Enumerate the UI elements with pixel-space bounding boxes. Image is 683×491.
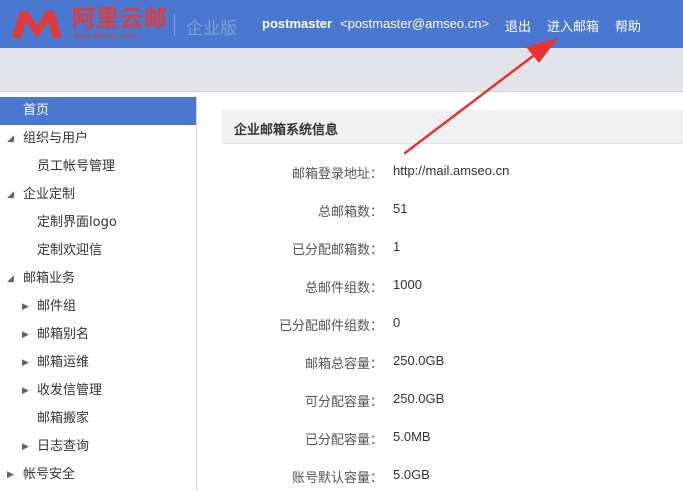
sidebar-item-welcome-letter[interactable]: 定制欢迎信 <box>0 237 196 265</box>
info-value: 250.0GB <box>393 391 445 406</box>
sidebar-item-label: 定制欢迎信 <box>37 243 103 258</box>
toolbar-strip <box>0 48 683 92</box>
info-key: 总邮件组数： <box>304 281 383 296</box>
info-value: 51 <box>393 201 408 216</box>
sidebar-item-label: 首页 <box>23 103 50 118</box>
info-row-assigned-groups: 已分配邮件组数： 0 <box>198 315 683 335</box>
info-value: 0 <box>393 315 401 330</box>
header-divider <box>174 14 175 36</box>
info-key: 已分配邮件组数： <box>278 319 383 334</box>
sidebar-item-label: 邮箱运维 <box>37 355 90 370</box>
logo-m-icon <box>12 11 62 38</box>
info-value: 250.0GB <box>393 353 445 368</box>
sidebar-item-label: 邮箱业务 <box>23 271 76 286</box>
info-row-total-capacity: 邮箱总容量： 250.0GB <box>198 353 683 373</box>
sidebar-item-label: 帐号安全 <box>23 467 76 482</box>
logo-subtext: qiye.aliyun.com <box>74 31 137 40</box>
sidebar-item-label: 邮箱搬家 <box>37 411 90 426</box>
help-link[interactable]: 帮助 <box>615 16 641 35</box>
info-value: http://mail.amseo.cn <box>393 163 510 178</box>
sidebar-item-org-users[interactable]: ◢ 组织与用户 <box>0 125 196 153</box>
info-row-total-mailboxes: 总邮箱数： 51 <box>198 201 683 221</box>
user-email: <postmaster@amseo.cn> <box>340 16 490 31</box>
collapsed-triangle-icon: ▶ <box>22 442 29 452</box>
info-value: 5.0GB <box>393 467 430 482</box>
collapsed-triangle-icon: ▶ <box>7 470 14 480</box>
sidebar-item-send-receive[interactable]: ▶ 收发信管理 <box>0 377 196 405</box>
sidebar-item-customization[interactable]: ◢ 企业定制 <box>0 181 196 209</box>
collapsed-triangle-icon: ▶ <box>22 330 29 340</box>
info-value: 1000 <box>393 277 422 292</box>
expanded-triangle-icon: ◢ <box>7 134 14 144</box>
aliyun-mail-logo[interactable]: 阿里云邮 qiye.aliyun.com <box>10 6 170 42</box>
expanded-triangle-icon: ◢ <box>7 190 14 200</box>
edition-label: 企业版 <box>186 19 237 39</box>
user-name: postmaster <box>262 16 333 31</box>
sidebar-item-employee-accounts[interactable]: 员工帐号管理 <box>0 153 196 181</box>
info-key: 账号默认容量： <box>291 471 383 486</box>
sidebar-item-label: 组织与用户 <box>23 131 89 146</box>
collapsed-triangle-icon: ▶ <box>22 386 29 396</box>
sidebar-item-mailbox-migration[interactable]: 邮箱搬家 <box>0 405 196 433</box>
sidebar-item-label: 收发信管理 <box>37 383 103 398</box>
info-value: 5.0MB <box>393 429 431 444</box>
info-row-allocatable-capacity: 可分配容量： 250.0GB <box>198 391 683 411</box>
sidebar-item-log-query[interactable]: ▶ 日志查询 <box>0 433 196 461</box>
info-row-default-capacity: 账号默认容量： 5.0GB <box>198 467 683 487</box>
panel-header: 企业邮箱系统信息 <box>222 110 683 144</box>
logout-link[interactable]: 退出 <box>505 16 531 35</box>
info-key: 总邮箱数： <box>317 205 383 220</box>
info-row-allocated-capacity: 已分配容量： 5.0MB <box>198 429 683 449</box>
info-key: 可分配容量： <box>304 395 383 410</box>
expanded-triangle-icon: ◢ <box>7 274 14 284</box>
enter-mailbox-link[interactable]: 进入邮箱 <box>547 16 599 35</box>
sidebar-item-label: 邮件组 <box>37 299 77 314</box>
info-value: 1 <box>393 239 401 254</box>
sidebar-item-home[interactable]: 首页 <box>0 97 196 125</box>
logo-text: 阿里云邮 <box>72 6 168 32</box>
sidebar-item-mailbox-alias[interactable]: ▶ 邮箱别名 <box>0 321 196 349</box>
sidebar-item-label: 日志查询 <box>37 439 90 454</box>
collapsed-triangle-icon: ▶ <box>22 358 29 368</box>
top-header: 阿里云邮 qiye.aliyun.com 企业版 postmaster <pos… <box>0 0 683 48</box>
sidebar-item-custom-logo[interactable]: 定制界面logo <box>0 209 196 237</box>
info-key: 邮箱登录地址： <box>291 167 383 182</box>
sidebar-nav: 首页 ◢ 组织与用户 员工帐号管理 ◢ 企业定制 定制界面logo 定制欢迎信 … <box>0 95 197 491</box>
sidebar-item-mailbox-business[interactable]: ◢ 邮箱业务 <box>0 265 196 293</box>
info-row-login-url: 邮箱登录地址： http://mail.amseo.cn <box>198 163 683 183</box>
sidebar-item-label: 邮箱别名 <box>37 327 90 342</box>
info-row-assigned-mailboxes: 已分配邮箱数： 1 <box>198 239 683 259</box>
main-content: 企业邮箱系统信息 邮箱登录地址： http://mail.amseo.cn 总邮… <box>198 92 683 491</box>
sidebar-item-account-security[interactable]: ▶ 帐号安全 <box>0 461 196 489</box>
info-row-total-groups: 总邮件组数： 1000 <box>198 277 683 297</box>
info-key: 已分配容量： <box>304 433 383 448</box>
sidebar-item-mail-groups[interactable]: ▶ 邮件组 <box>0 293 196 321</box>
info-key: 邮箱总容量： <box>304 357 383 372</box>
panel-title: 企业邮箱系统信息 <box>234 123 339 138</box>
sidebar-item-label: 员工帐号管理 <box>37 159 116 174</box>
info-key: 已分配邮箱数： <box>291 243 383 258</box>
sidebar-item-mailbox-ops[interactable]: ▶ 邮箱运维 <box>0 349 196 377</box>
sidebar-item-label: 企业定制 <box>23 187 76 202</box>
collapsed-triangle-icon: ▶ <box>22 302 29 312</box>
sidebar-item-label: 定制界面logo <box>37 215 117 230</box>
